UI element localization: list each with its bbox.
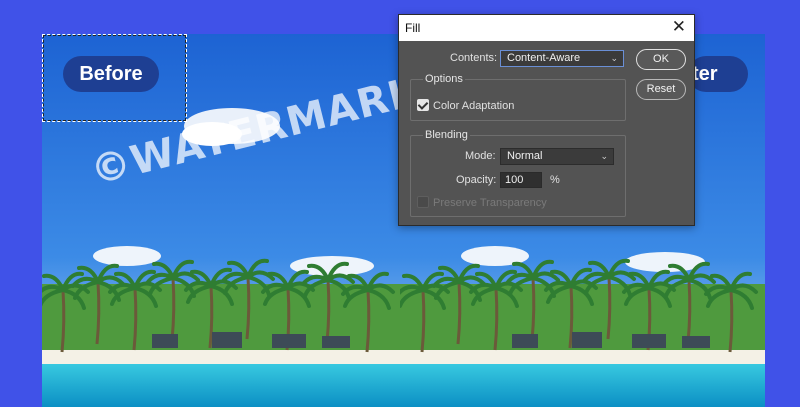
dialog-title: Fill <box>405 21 421 35</box>
contents-select[interactable]: Content-Aware ⌄ <box>500 50 624 67</box>
before-label: Before <box>63 56 159 92</box>
mode-value: Normal <box>507 150 543 162</box>
opacity-unit: % <box>550 174 560 186</box>
preserve-transparency-label: Preserve Transparency <box>433 197 547 209</box>
opacity-label: Opacity: <box>456 174 497 186</box>
dialog-titlebar[interactable]: Fill ✕ <box>399 15 694 41</box>
mode-select[interactable]: Normal ⌄ <box>500 148 614 165</box>
color-adaptation-checkbox[interactable] <box>417 99 429 111</box>
chevron-down-icon: ⌄ <box>610 53 618 63</box>
contents-value: Content-Aware <box>507 52 581 64</box>
after-label: ter <box>688 56 748 92</box>
ok-button[interactable]: OK <box>636 49 686 70</box>
reset-button[interactable]: Reset <box>636 79 686 100</box>
fill-dialog: Fill ✕ Contents: Content-Aware ⌄ OK Rese… <box>398 14 695 226</box>
color-adaptation-label: Color Adaptation <box>433 100 515 112</box>
mode-label: Mode: <box>465 150 496 162</box>
chevron-down-icon: ⌄ <box>600 151 608 161</box>
opacity-input[interactable]: 100 <box>500 172 542 188</box>
blending-group-title: Blending <box>423 129 470 141</box>
contents-label: Contents: <box>450 52 498 64</box>
preserve-transparency-checkbox[interactable] <box>417 196 429 208</box>
options-group-title: Options <box>423 73 465 85</box>
close-icon[interactable]: ✕ <box>672 18 686 36</box>
